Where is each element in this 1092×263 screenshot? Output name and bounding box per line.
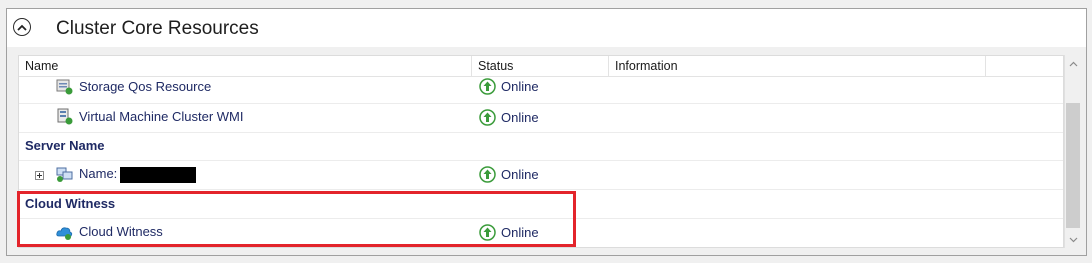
chevron-up-circle-icon[interactable] [13, 18, 31, 36]
vertical-scrollbar[interactable] [1064, 55, 1081, 248]
status-cell: Online [479, 77, 539, 95]
expand-icon[interactable] [35, 171, 44, 180]
table-row[interactable]: Virtual Machine Cluster WMI Online [19, 103, 1063, 133]
resource-name: Storage Qos Resource [79, 79, 212, 94]
scroll-up-icon[interactable] [1065, 55, 1081, 72]
resource-name: Name: [79, 166, 118, 181]
scroll-down-icon[interactable] [1065, 231, 1081, 248]
column-header-name[interactable]: Name [19, 56, 471, 76]
highlight-box [17, 191, 576, 247]
vm-cluster-wmi-icon [57, 108, 73, 125]
redacted-value [120, 167, 196, 183]
network-name-icon [56, 167, 73, 182]
online-arrow-icon [479, 77, 496, 95]
status-text: Online [501, 78, 539, 94]
status-text: Online [501, 109, 539, 125]
online-arrow-icon [479, 165, 496, 183]
column-header-information[interactable]: Information [608, 56, 985, 76]
section-title: Cluster Core Resources [56, 18, 259, 39]
scroll-thumb[interactable] [1066, 103, 1080, 228]
storage-qos-icon [56, 79, 73, 95]
status-cell: Online [479, 108, 539, 126]
section-header: Cluster Core Resources [7, 9, 1086, 47]
resource-name: Virtual Machine Cluster WMI [79, 109, 244, 124]
column-header-status[interactable]: Status [471, 56, 608, 76]
column-header-filler [985, 56, 1063, 76]
status-cell: Online [479, 165, 539, 183]
online-arrow-icon [479, 108, 496, 126]
group-header-server-name[interactable]: Server Name [19, 132, 1063, 161]
group-label: Server Name [25, 138, 105, 153]
status-text: Online [501, 166, 539, 182]
table-row[interactable]: Name: Online [19, 160, 1063, 190]
table-row[interactable]: Storage Qos Resource Online [19, 74, 1063, 104]
